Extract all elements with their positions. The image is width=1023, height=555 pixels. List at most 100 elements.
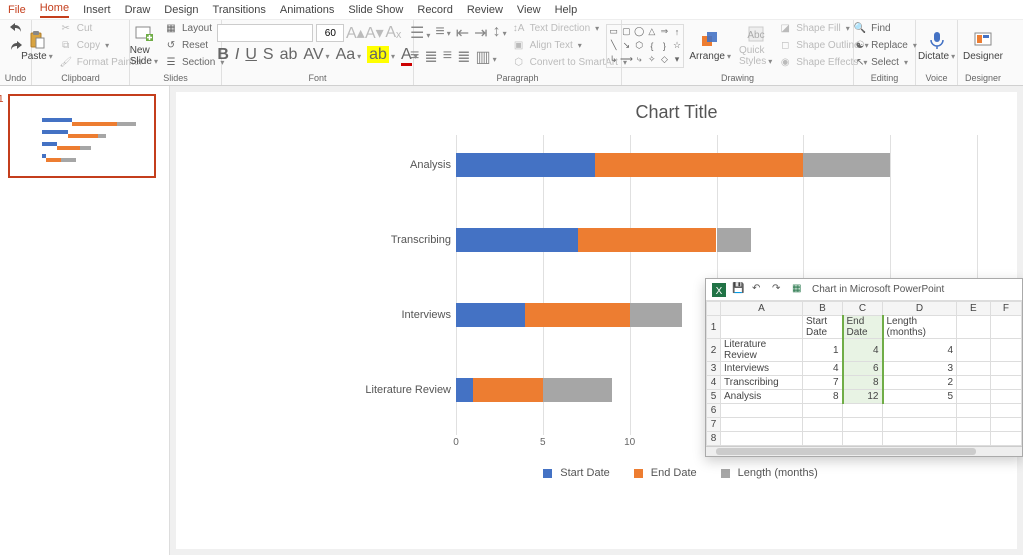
align-right-button[interactable]: ≡ xyxy=(443,47,452,67)
clear-format-icon[interactable]: Aₓ xyxy=(385,25,401,41)
data-grid[interactable]: ABCDEF1Start DateEnd DateLength (months)… xyxy=(706,301,1022,446)
quick-styles-button[interactable]: AbcQuick Styles xyxy=(736,24,775,67)
replace-button[interactable]: ☯Replace xyxy=(852,38,917,54)
cell[interactable]: 2 xyxy=(883,376,957,390)
cell[interactable] xyxy=(990,390,1021,404)
menu-slideshow[interactable]: Slide Show xyxy=(348,4,403,16)
cell[interactable] xyxy=(990,316,1021,339)
cell[interactable] xyxy=(721,316,803,339)
find-button[interactable]: 🔍Find xyxy=(852,21,917,37)
data-window-titlebar[interactable]: X 💾 ↶ ↷ ▦ Chart in Microsoft PowerPoint xyxy=(706,279,1022,301)
cell[interactable] xyxy=(883,418,957,432)
cell[interactable]: 8 xyxy=(843,376,883,390)
cell[interactable]: End Date xyxy=(843,316,883,339)
case-button[interactable]: Aa xyxy=(336,46,362,64)
cell[interactable]: 1 xyxy=(803,339,843,362)
menu-draw[interactable]: Draw xyxy=(125,4,151,16)
cell[interactable]: 7 xyxy=(803,376,843,390)
align-center-button[interactable]: ≣ xyxy=(424,47,437,67)
align-left-button[interactable]: ≡ xyxy=(410,47,419,67)
cell[interactable]: Interviews xyxy=(721,362,803,376)
row-header[interactable]: 8 xyxy=(707,432,721,446)
cell[interactable]: Start Date xyxy=(803,316,843,339)
horizontal-scrollbar[interactable] xyxy=(706,446,1022,456)
row-header[interactable]: 6 xyxy=(707,404,721,418)
cell[interactable] xyxy=(803,404,843,418)
italic-button[interactable]: I xyxy=(235,46,239,64)
row-header[interactable]: 7 xyxy=(707,418,721,432)
cell[interactable] xyxy=(843,404,883,418)
bold-button[interactable]: B xyxy=(217,46,229,64)
chart-data-window[interactable]: X 💾 ↶ ↷ ▦ Chart in Microsoft PowerPoint … xyxy=(705,278,1023,457)
cell[interactable] xyxy=(957,376,991,390)
cell[interactable] xyxy=(957,418,991,432)
shadow-button[interactable]: ab xyxy=(280,46,298,64)
cell[interactable]: 6 xyxy=(843,362,883,376)
col-header[interactable] xyxy=(707,302,721,316)
select-button[interactable]: ↖Select xyxy=(852,55,917,71)
bullets-button[interactable]: ☰ xyxy=(410,23,430,43)
paste-button[interactable]: Paste xyxy=(18,30,56,62)
menu-review[interactable]: Review xyxy=(467,4,503,16)
menu-animations[interactable]: Animations xyxy=(280,4,334,16)
menu-insert[interactable]: Insert xyxy=(83,4,111,16)
font-family-combo[interactable] xyxy=(217,24,313,42)
menu-record[interactable]: Record xyxy=(417,4,452,16)
cell[interactable] xyxy=(803,418,843,432)
cell[interactable] xyxy=(957,362,991,376)
char-spacing-button[interactable]: AV xyxy=(303,46,329,64)
menu-file[interactable]: File xyxy=(8,4,26,16)
cell[interactable]: 4 xyxy=(803,362,843,376)
cell[interactable] xyxy=(990,362,1021,376)
row-header[interactable]: 1 xyxy=(707,316,721,339)
cell[interactable]: 12 xyxy=(843,390,883,404)
justify-button[interactable]: ≣ xyxy=(457,47,470,67)
cell[interactable] xyxy=(990,376,1021,390)
row-header[interactable]: 2 xyxy=(707,339,721,362)
col-header[interactable]: C xyxy=(843,302,883,316)
cell[interactable] xyxy=(990,404,1021,418)
cell[interactable] xyxy=(843,432,883,446)
cell[interactable] xyxy=(957,404,991,418)
col-header[interactable]: A xyxy=(721,302,803,316)
col-header[interactable]: F xyxy=(990,302,1021,316)
col-header[interactable]: D xyxy=(883,302,957,316)
cell[interactable] xyxy=(721,432,803,446)
line-spacing-button[interactable]: ↕ xyxy=(493,23,507,43)
grid-icon[interactable]: ▦ xyxy=(792,283,806,297)
cell[interactable] xyxy=(883,432,957,446)
menu-view[interactable]: View xyxy=(517,4,541,16)
cell[interactable]: 4 xyxy=(883,339,957,362)
menu-help[interactable]: Help xyxy=(555,4,578,16)
menu-transitions[interactable]: Transitions xyxy=(213,4,266,16)
shapes-gallery[interactable]: ▭▢◯△⇒↑ ╲↘⬡{}☆ ↳⟶⤷✧◇▾ xyxy=(606,24,684,68)
cell[interactable] xyxy=(957,390,991,404)
col-header[interactable]: E xyxy=(957,302,991,316)
cell[interactable]: Analysis xyxy=(721,390,803,404)
slide-thumbnail-1[interactable] xyxy=(8,94,156,178)
cell[interactable]: 4 xyxy=(843,339,883,362)
cell[interactable] xyxy=(990,418,1021,432)
cell[interactable] xyxy=(721,404,803,418)
font-size-combo[interactable]: 60 xyxy=(316,24,344,42)
increase-font-icon[interactable]: A▴ xyxy=(347,25,363,41)
cell[interactable]: Transcribing xyxy=(721,376,803,390)
designer-button[interactable]: Designer xyxy=(960,30,1006,62)
cell[interactable]: 8 xyxy=(803,390,843,404)
undo-small-icon[interactable]: ↶ xyxy=(752,283,766,297)
underline-button[interactable]: U xyxy=(245,46,257,64)
cell[interactable] xyxy=(883,404,957,418)
cell[interactable] xyxy=(803,432,843,446)
cell[interactable] xyxy=(721,418,803,432)
indent-right-button[interactable]: ⇥ xyxy=(474,23,487,43)
cell[interactable]: Length (months) xyxy=(883,316,957,339)
col-header[interactable]: B xyxy=(803,302,843,316)
cell[interactable] xyxy=(957,316,991,339)
new-slide-button[interactable]: New Slide xyxy=(127,24,161,67)
row-header[interactable]: 3 xyxy=(707,362,721,376)
cell[interactable] xyxy=(957,432,991,446)
cell[interactable] xyxy=(990,432,1021,446)
columns-button[interactable]: ▥ xyxy=(476,47,497,67)
row-header[interactable]: 4 xyxy=(707,376,721,390)
highlight-button[interactable]: ab xyxy=(367,46,395,64)
